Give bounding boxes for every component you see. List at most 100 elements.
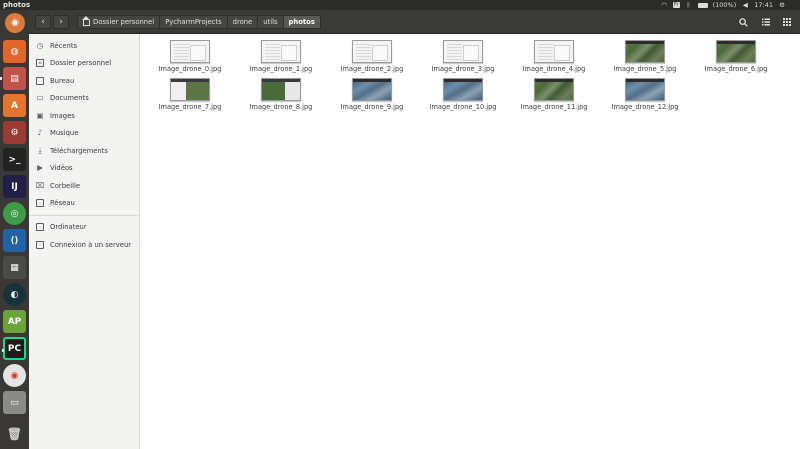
file-name: Image_drone_6.jpg	[704, 65, 768, 73]
file-name: Image_drone_4.jpg	[522, 65, 586, 73]
image-thumbnail	[534, 78, 574, 101]
home-icon	[82, 16, 90, 26]
breadcrumb-drone[interactable]: drone	[227, 16, 259, 28]
breadcrumb-label: drone	[232, 18, 253, 26]
files-app-icon[interactable]: ▤	[0, 67, 26, 90]
search-button[interactable]	[735, 15, 751, 29]
sidebar-item-connect-server[interactable]: Connexion à un serveur	[29, 236, 139, 254]
file-name: Image_drone_8.jpg	[249, 103, 313, 111]
wifi-icon[interactable]: ◠	[660, 1, 668, 9]
sidebar-item-network[interactable]: Réseau	[29, 195, 139, 213]
breadcrumb-label: Dossier personnel	[93, 18, 155, 26]
clapperboard-app-icon[interactable]: ▦	[3, 256, 26, 279]
clock-icon: ◷	[36, 40, 44, 50]
image-thumbnail	[352, 78, 392, 101]
file-item[interactable]: Image_drone_9.jpg	[337, 78, 407, 111]
places-sidebar: ◷ Récents ⌂ Dossier personnel Bureau ▭ Docu…	[29, 34, 140, 449]
menu-button[interactable]	[779, 15, 795, 29]
clock[interactable]: 17:41	[754, 1, 773, 9]
grid-menu-icon	[783, 18, 791, 26]
list-view-button[interactable]	[758, 15, 774, 29]
computer-icon	[36, 223, 44, 232]
image-thumbnail	[443, 40, 483, 63]
breadcrumb-photos[interactable]: photos	[283, 16, 320, 28]
desktop-icon	[36, 76, 44, 85]
globe-app-icon[interactable]: ◎	[3, 202, 26, 225]
image-thumbnail	[352, 40, 392, 63]
file-item[interactable]: Image_drone_1.jpg	[246, 40, 316, 73]
sidebar-item-label: Corbeille	[50, 181, 81, 190]
sidebar-item-label: Musique	[50, 129, 79, 138]
eclipse-app-icon[interactable]: ◐	[3, 283, 26, 306]
launcher: ◉ ◍ ▤ A ⚙ >_ IJ ◎ ⟨⟩ ▦ ◐ AP PC ◉ ▭ 🗑	[0, 10, 29, 449]
file-item[interactable]: Image_drone_2.jpg	[337, 40, 407, 73]
home-icon: ⌂	[36, 59, 44, 68]
image-thumbnail	[716, 40, 756, 63]
sidebar-item-music[interactable]: ♪ Musique	[29, 125, 139, 143]
sidebar-item-computer[interactable]: Ordinateur	[29, 219, 139, 237]
breadcrumb-utils[interactable]: utils	[258, 16, 284, 28]
drive-icon[interactable]: ▭	[3, 391, 26, 414]
file-item[interactable]: Image_drone_4.jpg	[519, 40, 589, 73]
trash-icon: ⌧	[35, 180, 45, 190]
file-item[interactable]: Image_drone_12.jpg	[610, 78, 680, 111]
breadcrumb-pycharmprojects[interactable]: PycharmProjects	[160, 16, 228, 28]
battery-icon[interactable]	[697, 2, 708, 8]
image-thumbnail	[625, 40, 665, 63]
bluetooth-icon[interactable]: ᛒ	[685, 1, 693, 9]
sidebar-item-label: Images	[50, 111, 75, 120]
system-settings-icon[interactable]: ⚙	[3, 121, 26, 144]
header-bar: ‹ › Dossier personnel PycharmProjects dr…	[29, 10, 800, 34]
firefox-icon[interactable]: ◍	[3, 40, 26, 63]
breadcrumb-home[interactable]: Dossier personnel	[78, 16, 161, 28]
file-name: Image_drone_9.jpg	[340, 103, 404, 111]
battery-percentage[interactable]: (100%)	[713, 1, 737, 9]
search-icon	[738, 17, 748, 27]
file-item[interactable]: Image_drone_5.jpg	[610, 40, 680, 73]
image-thumbnail	[534, 40, 574, 63]
volume-icon[interactable]: ◀	[741, 1, 749, 9]
sidebar-item-label: Vidéos	[50, 164, 73, 173]
chrome-icon[interactable]: ◉	[3, 364, 26, 387]
file-name: Image_drone_3.jpg	[431, 65, 495, 73]
sidebar-item-recents[interactable]: ◷ Récents	[29, 37, 139, 55]
software-center-icon[interactable]: A	[3, 94, 26, 117]
back-button[interactable]: ‹	[35, 15, 51, 29]
dash-ubuntu-icon[interactable]: ◉	[5, 13, 25, 33]
top-panel: photos ◠ Fr ᛒ (100%) ◀ 17:41 ⚙	[0, 0, 800, 10]
sidebar-item-home[interactable]: ⌂ Dossier personnel	[29, 55, 139, 73]
sidebar-item-documents[interactable]: ▭ Documents	[29, 90, 139, 108]
terminal-icon[interactable]: >_	[3, 148, 26, 171]
keyboard-layout-indicator[interactable]: Fr	[673, 2, 680, 8]
forward-button[interactable]: ›	[53, 15, 69, 29]
file-item[interactable]: Image_drone_3.jpg	[428, 40, 498, 73]
file-item[interactable]: Image_drone_7.jpg	[155, 78, 225, 111]
server-icon	[36, 240, 44, 249]
ap-app-icon[interactable]: AP	[3, 310, 26, 333]
pycharm-icon[interactable]: PC	[2, 337, 26, 360]
sidebar-item-label: Connexion à un serveur	[50, 240, 132, 249]
breadcrumb: Dossier personnel PycharmProjects drone …	[77, 15, 321, 29]
chevron-right-icon: ›	[59, 17, 63, 27]
sidebar-item-trash[interactable]: ⌧ Corbeille	[29, 177, 139, 195]
file-item[interactable]: Image_drone_0.jpg	[155, 40, 225, 73]
vscode-icon[interactable]: ⟨⟩	[3, 229, 26, 252]
file-name: Image_drone_12.jpg	[611, 103, 679, 111]
sidebar-item-desktop[interactable]: Bureau	[29, 72, 139, 90]
image-thumbnail	[170, 40, 210, 63]
sidebar-item-images[interactable]: ▣ Images	[29, 107, 139, 125]
file-name: Image_drone_5.jpg	[613, 65, 677, 73]
breadcrumb-label: PycharmProjects	[165, 18, 222, 26]
sidebar-item-videos[interactable]: ▶ Vidéos	[29, 160, 139, 178]
ide-icon[interactable]: IJ	[3, 175, 26, 198]
download-icon: ⤓	[38, 145, 42, 155]
sidebar-item-downloads[interactable]: ⤓ Téléchargements	[29, 142, 139, 160]
trash-launcher-icon[interactable]: 🗑	[3, 422, 26, 445]
file-item[interactable]: Image_drone_11.jpg	[519, 78, 589, 111]
sidebar-item-label: Récents	[50, 41, 78, 50]
file-item[interactable]: Image_drone_10.jpg	[428, 78, 498, 111]
file-item[interactable]: Image_drone_8.jpg	[246, 78, 316, 111]
file-item[interactable]: Image_drone_6.jpg	[701, 40, 771, 73]
power-gear-icon[interactable]: ⚙	[778, 1, 786, 9]
image-thumbnail	[625, 78, 665, 101]
